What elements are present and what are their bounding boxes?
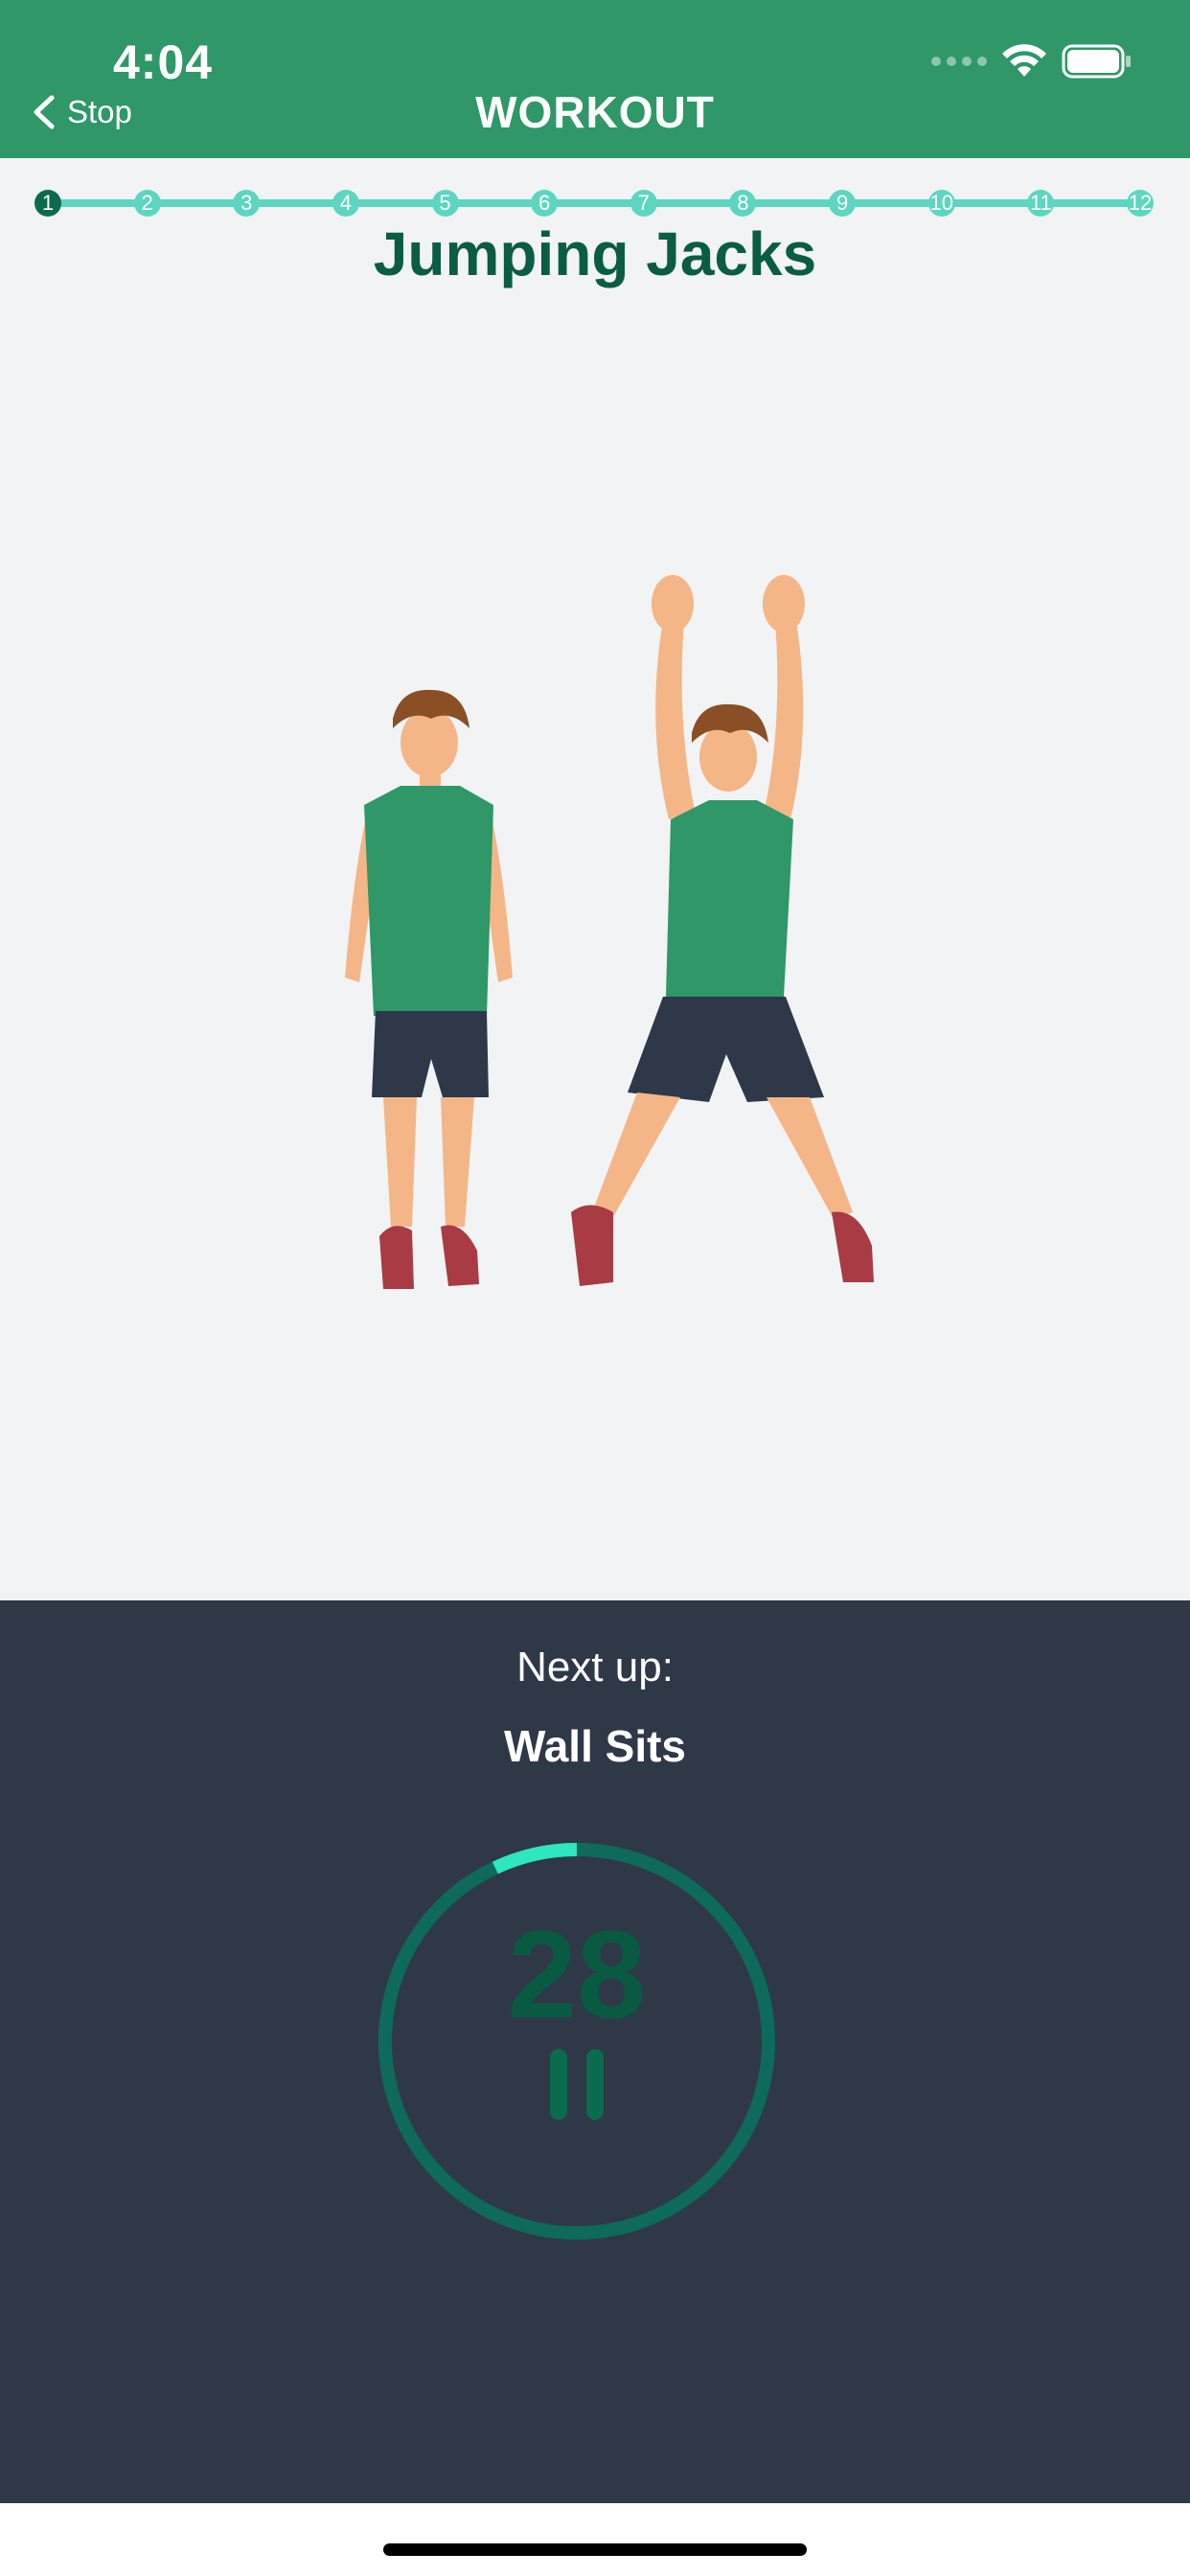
status-icons — [931, 42, 1133, 80]
step-7: 7 — [629, 190, 657, 217]
step-5: 5 — [431, 190, 459, 217]
home-bar-area — [0, 2503, 1190, 2576]
step-8: 8 — [729, 190, 757, 217]
step-1: 1 — [34, 190, 61, 217]
step-2: 2 — [133, 190, 161, 217]
pause-button[interactable] — [546, 2049, 607, 2120]
standing-figure — [345, 689, 513, 1289]
step-3: 3 — [233, 190, 261, 217]
exercise-title: Jumping Jacks — [373, 219, 817, 288]
timer-seconds: 28 — [507, 1904, 647, 2044]
step-12: 12 — [1127, 190, 1154, 217]
step-10: 10 — [927, 190, 955, 217]
exercise-illustration — [345, 575, 874, 1289]
status-time: 4:04 — [113, 35, 214, 89]
pause-icon — [550, 2049, 567, 2120]
step-11: 11 — [1027, 190, 1055, 217]
progress-track — [48, 199, 1140, 207]
home-indicator[interactable] — [383, 2543, 807, 2556]
app-header: 4:04 Stop WORKOUT — [0, 0, 1190, 158]
cellular-signal-icon — [931, 57, 987, 66]
next-up-panel: Next up: Wall Sits 28 — [0, 1600, 1190, 2503]
step-6: 6 — [531, 190, 559, 217]
battery-icon — [1062, 44, 1131, 79]
step-4: 4 — [332, 190, 359, 217]
step-9: 9 — [829, 190, 857, 217]
next-up-label: Next up: — [516, 1644, 674, 1690]
page-title: WORKOUT — [475, 87, 715, 137]
next-exercise-name: Wall Sits — [504, 1721, 686, 1771]
jumping-figure — [571, 575, 874, 1286]
wifi-icon — [1002, 44, 1046, 77]
